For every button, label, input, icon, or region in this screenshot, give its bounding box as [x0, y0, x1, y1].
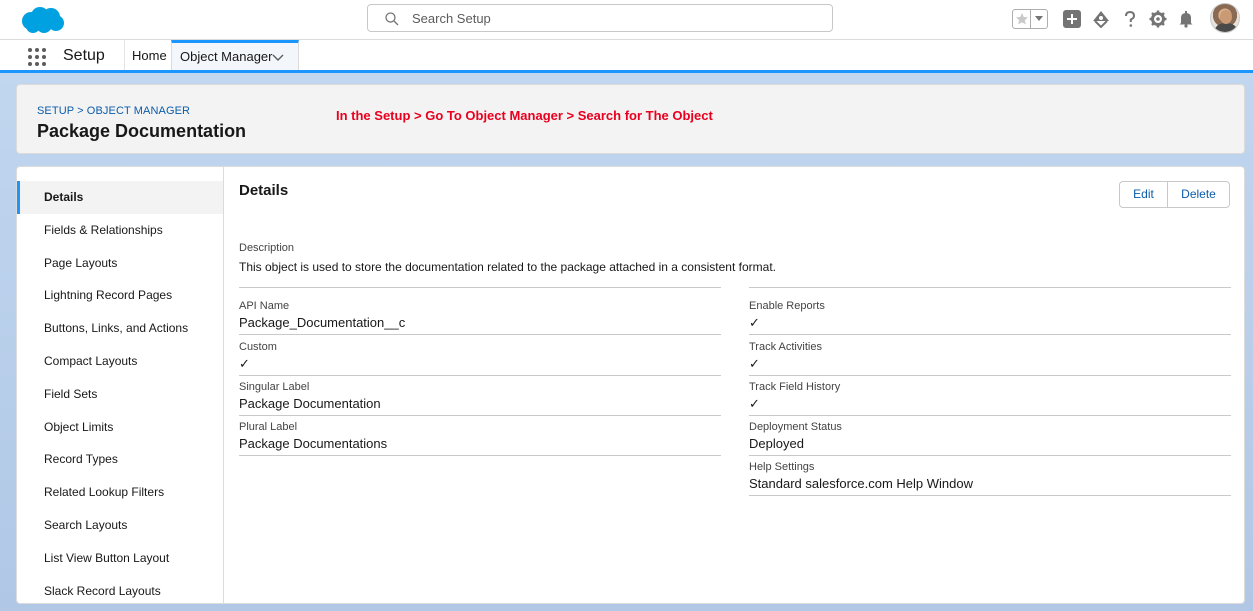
field-value: Package Documentation	[239, 396, 381, 411]
delete-button[interactable]: Delete	[1168, 182, 1229, 207]
trailhead-guidance-icon[interactable]	[1092, 10, 1110, 28]
field-label: Track Activities	[749, 341, 822, 353]
nav-tab-object-manager-label: Object Manager	[180, 49, 273, 64]
field-value: Standard salesforce.com Help Window	[749, 476, 973, 491]
sidebar-item-list-view-button-layout[interactable]: List View Button Layout	[17, 542, 223, 575]
field-track-activities: Track Activities ✓	[749, 335, 1231, 376]
instruction-annotation: In the Setup > Go To Object Manager > Se…	[336, 108, 713, 123]
breadcrumb[interactable]: SETUP > OBJECT MANAGER	[37, 105, 190, 117]
field-custom: Custom ✓	[239, 335, 721, 376]
checkmark-icon: ✓	[749, 356, 760, 371]
search-input[interactable]	[412, 8, 812, 28]
context-bar: Setup Home Object Manager	[0, 40, 1253, 73]
object-header: SETUP > OBJECT MANAGER Package Documenta…	[16, 84, 1245, 154]
field-track-field-history: Track Field History ✓	[749, 375, 1231, 416]
description-label: Description	[239, 242, 295, 254]
favorites-star-icon[interactable]	[1013, 10, 1031, 28]
search-setup-box[interactable]	[367, 4, 833, 32]
nav-tab-home[interactable]: Home	[124, 40, 174, 70]
divider-right	[749, 287, 1231, 288]
checkmark-icon: ✓	[749, 396, 760, 411]
sidebar-item-record-types[interactable]: Record Types	[17, 443, 223, 476]
field-value: Deployed	[749, 436, 804, 451]
field-deployment-status: Deployment Status Deployed	[749, 415, 1231, 456]
checkmark-icon: ✓	[749, 315, 760, 330]
field-value: Package Documentations	[239, 436, 388, 451]
sidebar-item-search-layouts[interactable]: Search Layouts	[17, 509, 223, 542]
field-enable-reports: Enable Reports ✓	[749, 294, 1231, 335]
field-label: Custom	[239, 341, 277, 353]
details-button-group: Edit Delete	[1119, 181, 1230, 208]
field-api-name: API Name Package_Documentation__c	[239, 294, 721, 335]
details-panel: Details Edit Delete Description This obj…	[225, 167, 1244, 603]
favorites-group[interactable]	[1012, 9, 1048, 29]
field-label: Enable Reports	[749, 300, 825, 312]
sidebar-item-fields-relationships[interactable]: Fields & Relationships	[17, 214, 223, 247]
field-label: Track Field History	[749, 381, 841, 393]
sidebar-item-slack-record-layouts[interactable]: Slack Record Layouts	[17, 575, 223, 603]
field-singular-label: Singular Label Package Documentation	[239, 375, 721, 416]
sidebar-item-buttons-links-actions[interactable]: Buttons, Links, and Actions	[17, 312, 223, 345]
field-label: Deployment Status	[749, 421, 842, 433]
sidebar-item-object-limits[interactable]: Object Limits	[17, 411, 223, 444]
sidebar-item-page-layouts[interactable]: Page Layouts	[17, 247, 223, 280]
sidebar-item-related-lookup-filters[interactable]: Related Lookup Filters	[17, 476, 223, 509]
salesforce-cloud-logo[interactable]	[18, 6, 66, 34]
details-section-title: Details	[239, 182, 289, 199]
sidebar-item-field-sets[interactable]: Field Sets	[17, 378, 223, 411]
field-label: Plural Label	[239, 421, 298, 433]
object-detail-card: Details Fields & Relationships Page Layo…	[16, 166, 1245, 604]
global-actions-plus-icon[interactable]	[1063, 10, 1081, 28]
search-icon	[385, 12, 399, 26]
setup-gear-icon[interactable]	[1149, 10, 1167, 28]
global-header	[0, 0, 1253, 40]
divider-left	[239, 287, 721, 288]
edit-button[interactable]: Edit	[1120, 182, 1168, 207]
object-manager-sidebar: Details Fields & Relationships Page Layo…	[17, 167, 224, 603]
field-plural-label: Plural Label Package Documentations	[239, 415, 721, 456]
field-label: Help Settings	[749, 461, 815, 473]
sidebar-item-lightning-record-pages[interactable]: Lightning Record Pages	[17, 279, 223, 312]
favorites-dropdown-icon[interactable]	[1031, 10, 1047, 28]
help-icon[interactable]	[1121, 10, 1139, 28]
field-help-settings: Help Settings Standard salesforce.com He…	[749, 455, 1231, 496]
field-label: Singular Label	[239, 381, 310, 393]
field-value: Package_Documentation__c	[239, 315, 406, 330]
app-name: Setup	[63, 47, 105, 64]
user-avatar[interactable]	[1210, 3, 1240, 33]
chevron-down-icon[interactable]	[272, 52, 284, 62]
sidebar-item-compact-layouts[interactable]: Compact Layouts	[17, 345, 223, 378]
notifications-bell-icon[interactable]	[1177, 10, 1195, 28]
app-launcher-waffle-icon[interactable]	[28, 48, 48, 66]
checkmark-icon: ✓	[239, 356, 250, 371]
sidebar-item-details[interactable]: Details	[17, 181, 223, 214]
nav-tab-object-manager[interactable]: Object Manager	[171, 40, 299, 70]
field-label: API Name	[239, 300, 290, 312]
description-value: This object is used to store the documen…	[239, 260, 776, 274]
page-title: Package Documentation	[37, 121, 247, 141]
